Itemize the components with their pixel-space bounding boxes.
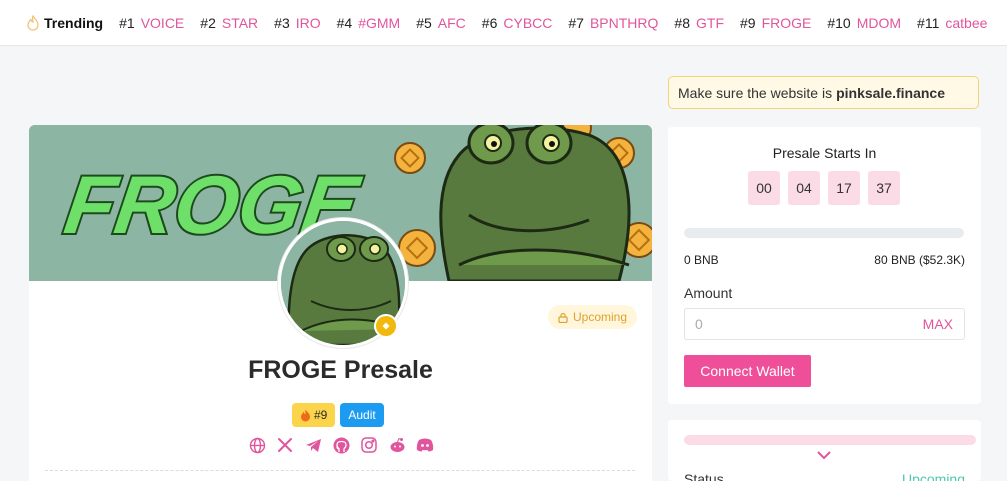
trending-rank-badge[interactable]: #9 — [292, 403, 336, 427]
status-badge: Upcoming — [548, 305, 638, 329]
audit-badge[interactable]: Audit — [340, 403, 384, 427]
trending-item[interactable]: #4 #GMM — [337, 15, 401, 31]
discord-icon[interactable] — [416, 436, 434, 454]
instagram-icon[interactable] — [360, 436, 378, 454]
presale-progress-bar — [684, 228, 964, 238]
section-divider — [45, 470, 635, 471]
amount-input[interactable] — [685, 309, 923, 339]
verified-badge-icon — [374, 314, 398, 338]
trending-item-rank: #7 — [568, 14, 584, 31]
trending-title: Trending — [44, 14, 104, 31]
trending-item-name: VOICE — [140, 14, 185, 31]
warning-text: Make sure the website is — [678, 84, 833, 101]
trending-item-name: FROGE — [761, 14, 812, 31]
trending-item[interactable]: #7 BPNTHRQ — [568, 15, 658, 31]
trending-item-name: AFC — [437, 14, 466, 31]
project-badges: #9 Audit — [292, 403, 384, 427]
trending-item-name: catbee — [945, 14, 988, 31]
status-row-value: Upcoming — [901, 471, 965, 481]
telegram-icon[interactable] — [304, 436, 322, 454]
countdown-hours: 04 — [788, 171, 820, 205]
trending-item-name: MDOM — [856, 14, 902, 31]
countdown-seconds: 37 — [868, 171, 900, 205]
chevron-down-icon[interactable] — [816, 449, 832, 461]
info-progress-bar — [684, 435, 976, 445]
status-badge-label: Upcoming — [573, 310, 628, 324]
progress-min-label: 0 BNB — [684, 253, 719, 267]
trending-item-rank: #9 — [740, 14, 756, 31]
trending-item[interactable]: #3 IRO — [274, 15, 320, 31]
fire-icon — [301, 409, 310, 421]
warning-domain: pinksale.finance — [836, 84, 946, 101]
countdown: 00 04 17 37 — [748, 171, 900, 205]
trending-item-name: #GMM — [358, 14, 401, 31]
trending-bar: Trending #1 VOICE #2 STAR #3 IRO #4 #GMM #5 AFC #6… — [0, 0, 1007, 46]
countdown-minutes: 17 — [828, 171, 860, 205]
trending-item-name: GTF — [696, 14, 724, 31]
globe-icon[interactable] — [248, 436, 266, 454]
github-icon[interactable] — [332, 436, 350, 454]
trending-item-rank: #3 — [274, 14, 290, 31]
trending-item[interactable]: #10 MDOM — [827, 15, 901, 31]
trending-rank-label: #9 — [314, 408, 328, 422]
presale-starts-label: Presale Starts In — [772, 145, 877, 161]
website-warning: Make sure the website is pinksale.financ… — [668, 76, 979, 109]
x-icon[interactable] — [276, 436, 294, 454]
trending-list: #1 VOICE #2 STAR #3 IRO #4 #GMM #5 AFC #6 CYBCC #7 BP… — [119, 15, 1003, 31]
presale-info-card: Status Upcoming — [668, 420, 981, 481]
trending-item[interactable]: #2 STAR — [200, 15, 258, 31]
countdown-days: 00 — [748, 171, 780, 205]
trending-item[interactable]: #6 CYBCC — [482, 15, 553, 31]
trending-item-rank: #5 — [416, 14, 432, 31]
trending-item-rank: #8 — [674, 14, 690, 31]
social-links — [248, 436, 434, 454]
trending-item-rank: #4 — [336, 14, 353, 31]
trending-item[interactable]: #11 catbee — [917, 15, 987, 31]
trending-item-rank: #2 — [200, 14, 216, 31]
amount-field: MAX — [684, 308, 965, 340]
trending-item[interactable]: #9 FROGE — [740, 15, 811, 31]
trending-item[interactable]: #8 GTF — [674, 15, 724, 31]
trending-item-rank: #6 — [481, 14, 498, 31]
page-title: FROGE Presale — [248, 356, 433, 384]
trending-item-name: STAR — [221, 14, 259, 31]
trending-item[interactable]: #5 AFC — [416, 15, 466, 31]
trending-item-rank: #10 — [827, 14, 851, 31]
connect-wallet-button[interactable]: Connect Wallet — [684, 355, 811, 387]
status-row-label: Status — [684, 471, 724, 481]
reddit-icon[interactable] — [388, 436, 406, 454]
trending-item-name: BPNTHRQ — [589, 14, 659, 31]
trending-item[interactable]: #1 VOICE — [119, 15, 184, 31]
presale-card: Presale Starts In 00 04 17 37 0 BNB 80 B… — [668, 127, 981, 404]
trending-item-name: CYBCC — [503, 14, 553, 31]
progress-max-label: 80 BNB ($52.3K) — [874, 253, 965, 267]
max-button[interactable]: MAX — [923, 316, 964, 332]
lock-icon — [558, 312, 568, 323]
trending-item-rank: #1 — [119, 14, 135, 31]
flame-icon — [27, 14, 39, 31]
amount-label: Amount — [684, 285, 733, 301]
trending-item-rank: #11 — [917, 14, 940, 31]
trending-item-name: IRO — [295, 14, 321, 31]
